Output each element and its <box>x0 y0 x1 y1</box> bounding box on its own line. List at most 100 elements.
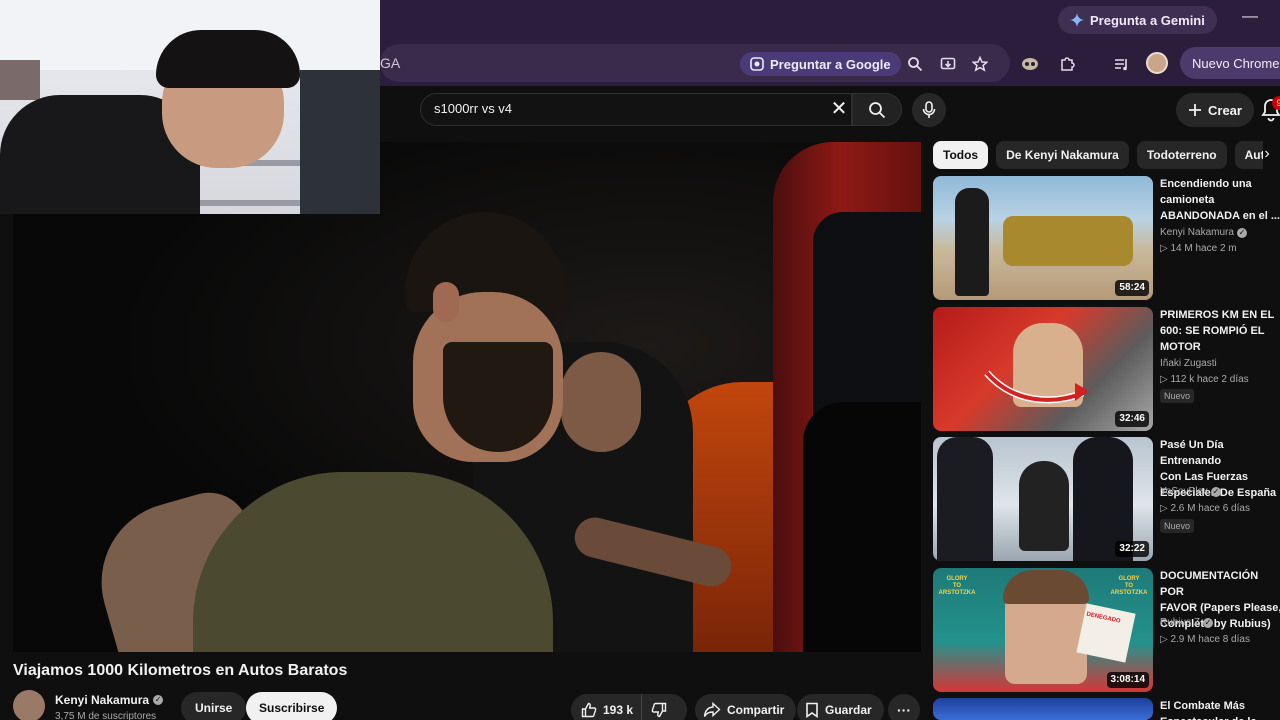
verified-check-icon: ✓ <box>1211 486 1221 497</box>
share-arrow-icon <box>703 702 721 718</box>
video-player[interactable] <box>13 142 921 652</box>
thumbnail-truck <box>1003 216 1133 266</box>
verified-check-icon: ✓ <box>153 695 164 705</box>
dislike-button[interactable] <box>642 694 676 720</box>
subscribe-button[interactable]: Suscribirse <box>246 692 338 720</box>
extensions-puzzle-icon[interactable] <box>1055 52 1079 76</box>
recommendation-channel[interactable]: Iñaki Zugasti <box>1160 358 1217 369</box>
channel-avatar[interactable] <box>13 690 45 720</box>
recommendation-meta: ▷ 2.9 M hace 8 días <box>1160 634 1250 645</box>
recommendation-title[interactable]: PRIMEROS KM EN EL 600: SE ROMPIÓ EL MOTO… <box>1160 307 1280 355</box>
ask-google-button[interactable]: Preguntar a Google <box>740 52 901 76</box>
recommendation-meta: ▷ 14 M hace 2 m <box>1160 243 1237 254</box>
chip-todos[interactable]: Todos <box>933 141 989 169</box>
thumbnail-banner-text: GLORY TO ARSTOTZKA <box>1110 576 1148 596</box>
create-button[interactable]: Crear <box>1176 93 1254 127</box>
plus-icon <box>1189 104 1201 116</box>
thumbnail-banner-text: GLORY TO ARSTOTZKA <box>938 576 976 596</box>
bookmark-icon <box>806 702 818 718</box>
recommendation-channel-row[interactable]: Iñaki Zugasti <box>1160 358 1217 369</box>
screen: Pregunta a Gemini — GA Preguntar a Googl… <box>0 0 1280 720</box>
recommendation-title[interactable]: Encendiendo una camioneta ABANDONADA en … <box>1160 176 1280 224</box>
thumbnail-document: DENEGADO <box>1076 603 1136 663</box>
gemini-sparkle-icon <box>1070 13 1084 27</box>
search-button[interactable] <box>852 93 902 126</box>
voice-search-button[interactable] <box>912 93 946 127</box>
thumbnail-soldier <box>937 437 993 561</box>
webcam-frame <box>0 60 40 100</box>
recommendation-title[interactable]: El Combate Más Espectacular de la <box>1160 698 1280 720</box>
share-button[interactable]: Compartir <box>695 694 797 720</box>
more-actions-button[interactable]: ··· <box>888 694 920 720</box>
like-dislike-group: 193 k <box>571 694 687 720</box>
minimize-button[interactable]: — <box>1240 8 1260 30</box>
thumbnail-person <box>1019 461 1069 551</box>
video-frame <box>433 282 459 322</box>
verified-check-icon: ✓ <box>1203 617 1214 628</box>
red-arrow-icon <box>984 370 1089 404</box>
recommendation-channel[interactable]: Rubius Z <box>1160 617 1200 628</box>
channel-name[interactable]: Kenyi Nakamura <box>55 693 149 707</box>
filter-chips: Todos De Kenyi Nakamura Todoterreno Auto… <box>933 141 1263 169</box>
thumbs-up-icon <box>581 702 597 718</box>
chip-todoterreno[interactable]: Todoterreno <box>1136 141 1227 169</box>
thumbs-down-icon <box>651 702 667 718</box>
webcam-frame <box>300 70 380 214</box>
video-duration: 32:22 <box>1115 541 1149 557</box>
chevron-right-icon[interactable]: › <box>1258 145 1276 165</box>
recommendation-item[interactable]: 58:24 Encendiendo una camioneta ABANDONA… <box>933 176 1280 300</box>
zoom-icon[interactable] <box>903 52 927 76</box>
search-icon <box>869 101 886 118</box>
install-app-icon[interactable] <box>936 52 960 76</box>
join-button[interactable]: Unirse <box>181 692 247 720</box>
video-thumbnail[interactable]: 58:24 <box>933 176 1153 300</box>
video-thumbnail[interactable]: 32:46 <box>933 307 1153 431</box>
microphone-icon <box>922 101 936 118</box>
clear-search-icon[interactable]: ✕ <box>828 98 850 120</box>
create-label: Crear <box>1208 102 1242 118</box>
share-label: Compartir <box>727 703 785 717</box>
gemini-label: Pregunta a Gemini <box>1090 12 1205 28</box>
recommendation-channel[interactable]: YoSoyPlex <box>1160 486 1208 497</box>
bookmark-star-icon[interactable] <box>968 52 992 76</box>
like-button[interactable]: 193 k <box>571 694 643 720</box>
video-thumbnail[interactable] <box>933 698 1153 720</box>
like-count: 193 k <box>603 703 634 717</box>
new-badge: Nuevo <box>1160 389 1195 403</box>
recommendation-item[interactable]: 32:46 PRIMEROS KM EN EL 600: SE ROMPIÓ E… <box>933 307 1280 431</box>
recommendation-item[interactable]: El Combate Más Espectacular de la <box>933 698 1280 720</box>
video-thumbnail[interactable]: GLORY TO ARSTOTZKA GLORY TO ARSTOTZKA DE… <box>933 568 1153 692</box>
gemini-button[interactable]: Pregunta a Gemini <box>1058 6 1217 34</box>
video-frame <box>803 402 921 652</box>
save-button[interactable]: Guardar <box>797 694 884 720</box>
recommendation-item[interactable]: GLORY TO ARSTOTZKA GLORY TO ARSTOTZKA DE… <box>933 568 1280 692</box>
address-bar-text: GA <box>380 55 401 71</box>
webcam-frame <box>198 200 308 206</box>
new-badge: Nuevo <box>1160 519 1195 533</box>
thumbnail-stamp-text: DENEGADO <box>1085 611 1121 625</box>
extension-eyes-icon[interactable] <box>1018 52 1042 76</box>
verified-check-icon: ✓ <box>1236 227 1247 238</box>
video-thumbnail[interactable]: 32:22 <box>933 437 1153 561</box>
webcam-frame <box>156 30 300 88</box>
chip-de-kenyi-nakamura[interactable]: De Kenyi Nakamura <box>996 141 1129 169</box>
media-queue-icon[interactable] <box>1109 52 1133 76</box>
video-duration: 3:08:14 <box>1106 672 1149 688</box>
recommendation-channel-row[interactable]: YoSoyPlex ✓ <box>1160 486 1221 497</box>
recommendation-channel[interactable]: Kenyi Nakamura <box>1160 227 1234 238</box>
subscriber-count: 3,75 M de suscriptores <box>55 711 157 720</box>
new-chrome-button[interactable]: Nuevo Chrome d <box>1180 47 1280 79</box>
recommendation-meta: ▷ 2.6 M hace 6 días <box>1160 503 1250 514</box>
save-label: Guardar <box>825 703 872 717</box>
thumbnail-hat <box>1003 570 1089 604</box>
google-lens-icon <box>750 57 764 71</box>
channel-name-row[interactable]: Kenyi Nakamura ✓ <box>55 693 164 707</box>
recommendation-channel-row[interactable]: Rubius Z ✓ <box>1160 617 1214 628</box>
recommendation-item[interactable]: 32:22 Pasé Un Día Entrenando Con Las Fue… <box>933 437 1280 561</box>
thumbnail-person <box>955 188 989 296</box>
video-duration: 58:24 <box>1115 280 1149 296</box>
notification-count-badge: 9 <box>1272 96 1280 110</box>
profile-avatar[interactable] <box>1146 52 1168 74</box>
recommendation-channel-row[interactable]: Kenyi Nakamura ✓ <box>1160 227 1247 238</box>
video-title: Viajamos 1000 Kilometros en Autos Barato… <box>13 662 348 679</box>
